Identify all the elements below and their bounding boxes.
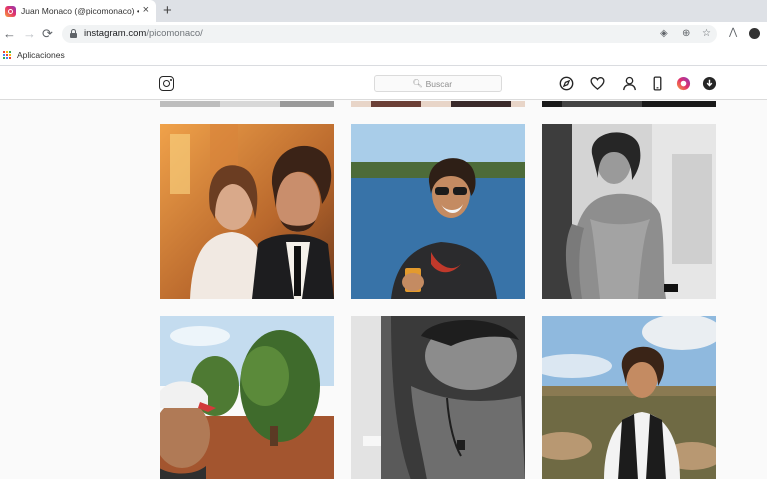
- back-icon[interactable]: ←: [3, 25, 16, 42]
- bookmarks-bar: Aplicaciones: [0, 46, 767, 66]
- new-tab-button[interactable]: +: [163, 2, 172, 19]
- story-extension-icon[interactable]: [676, 76, 691, 91]
- tab-strip: Juan Monaco (@picomonaco) • I × +: [0, 0, 767, 22]
- bookmark-apps-label[interactable]: Aplicaciones: [17, 50, 65, 60]
- url-path: /picomonaco/: [146, 28, 203, 39]
- post-tile[interactable]: [351, 316, 525, 479]
- lock-icon: [70, 29, 77, 38]
- post-tile[interactable]: [542, 124, 716, 299]
- post-partial-top-left: [160, 101, 334, 107]
- posts-grid: [0, 101, 767, 479]
- post-tile[interactable]: [160, 101, 334, 107]
- instagram-favicon-icon: [5, 5, 16, 17]
- post-tile[interactable]: [542, 101, 716, 107]
- post-lake-drink: [351, 124, 525, 299]
- post-tile[interactable]: [160, 124, 334, 299]
- search-box[interactable]: 🔍︎: [374, 75, 502, 92]
- instagram-header: 🔍︎: [0, 66, 767, 100]
- post-vest-landscape: [542, 316, 716, 479]
- translate-icon[interactable]: ◈: [660, 27, 668, 41]
- instagram-logo-icon[interactable]: [159, 76, 174, 91]
- extension-icon[interactable]: ⋀: [729, 26, 737, 40]
- browser-toolbar: ← → ⟳ instagram.com/picomonaco/ ◈ ⊕ ☆ ⋀: [0, 22, 767, 46]
- search-icon: 🔍︎: [412, 79, 423, 88]
- post-partial-top-right: [542, 101, 716, 107]
- reload-icon[interactable]: ⟳: [42, 25, 53, 42]
- explore-compass-icon[interactable]: [559, 76, 574, 91]
- post-tile[interactable]: [160, 316, 334, 479]
- post-tile[interactable]: [351, 124, 525, 299]
- search-input[interactable]: [425, 78, 464, 89]
- url-host: instagram.com: [84, 28, 147, 39]
- download-icon[interactable]: [702, 76, 717, 91]
- post-tile[interactable]: [542, 316, 716, 479]
- post-bw-closeup: [351, 316, 525, 479]
- post-couple-selfie: [160, 124, 334, 299]
- post-tile[interactable]: [351, 101, 525, 107]
- apps-icon[interactable]: [3, 51, 12, 60]
- tab-title: Juan Monaco (@picomonaco) • I: [21, 6, 139, 16]
- bookmark-star-icon[interactable]: ☆: [702, 27, 711, 41]
- browser-tab[interactable]: Juan Monaco (@picomonaco) • I ×: [0, 0, 156, 22]
- tab-close-icon[interactable]: ×: [143, 4, 149, 17]
- address-bar[interactable]: instagram.com/picomonaco/ ◈ ⊕ ☆: [62, 25, 717, 43]
- profile-icon[interactable]: [622, 76, 637, 91]
- post-cap-selfie-trees: [160, 316, 334, 479]
- url-text[interactable]: instagram.com/picomonaco/: [84, 28, 203, 39]
- mobile-phone-icon[interactable]: [650, 76, 665, 91]
- post-shirtless-bw: [542, 124, 716, 299]
- activity-heart-icon[interactable]: [590, 76, 605, 91]
- profile-extension-icon[interactable]: [749, 28, 760, 39]
- forward-icon[interactable]: →: [23, 25, 36, 42]
- zoom-icon[interactable]: ⊕: [682, 27, 690, 41]
- post-partial-top-center: [351, 101, 525, 107]
